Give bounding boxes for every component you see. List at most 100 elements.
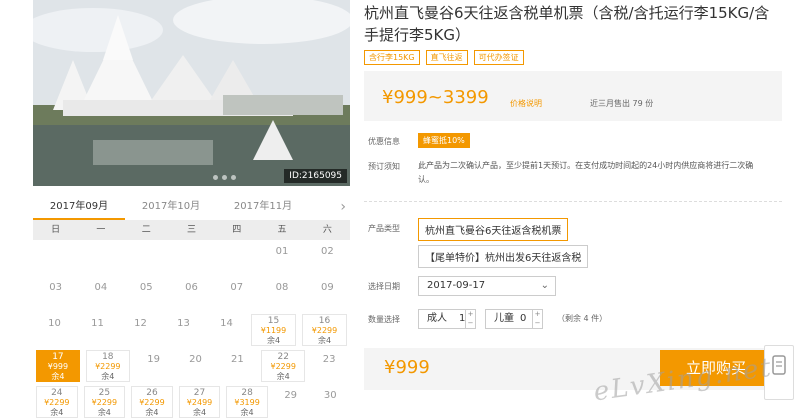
calendar-day: 20 bbox=[175, 348, 217, 384]
day-remaining: 余4 bbox=[101, 372, 115, 381]
date-label: 选择日期 bbox=[368, 282, 400, 291]
calendar-month-tabs: 2017年09月 2017年10月 2017年11月 › bbox=[33, 196, 350, 220]
calendar-day-available[interactable]: 22 ¥2299 余4 bbox=[261, 350, 306, 382]
weekday-label: 三 bbox=[186, 225, 196, 235]
calendar-day: 29 bbox=[271, 384, 311, 419]
type-label: 产品类型 bbox=[368, 224, 400, 233]
weekday-label: 六 bbox=[322, 225, 332, 235]
day-number: 09 bbox=[320, 282, 334, 293]
calendar-day: 09 bbox=[305, 276, 350, 312]
price-note-link[interactable]: 价格说明 bbox=[510, 98, 542, 109]
calendar-grid: 01 02 03 04 05 06 07 08 09 10 11 12 13 14 15 ¥1199 余4 16 ¥… bbox=[33, 240, 350, 419]
day-number: 18 bbox=[102, 352, 114, 362]
calendar-week-row: 24 ¥2299 余4 25 ¥2299 余4 26 ¥2299 余4 27 ¥2499 余4 28 ¥3… bbox=[33, 384, 350, 419]
calendar-day: 07 bbox=[214, 276, 259, 312]
notice-label: 预订须知 bbox=[368, 162, 400, 171]
calendar-day: 14 bbox=[205, 312, 248, 348]
day-remaining: 余4 bbox=[192, 408, 207, 417]
calendar-day: 21 bbox=[216, 348, 258, 384]
calendar-day: 13 bbox=[162, 312, 205, 348]
qty-label: 数量选择 bbox=[368, 315, 400, 324]
calendar-day-available[interactable]: 16 ¥2299 余4 bbox=[302, 314, 347, 346]
day-number: 26 bbox=[146, 388, 158, 398]
product-title: 杭州直飞曼谷6天往返含税单机票（含税/含托运行李15KG/含手提行李5KG） bbox=[364, 4, 770, 44]
type-option-1[interactable]: 杭州直飞曼谷6天往返含税机票 bbox=[418, 218, 569, 241]
calendar-day-available[interactable]: 26 ¥2299 余4 bbox=[131, 386, 173, 418]
date-select[interactable]: 2017-09-17 ⌄ bbox=[418, 276, 556, 296]
tab-month-2[interactable]: 2017年10月 bbox=[125, 196, 217, 220]
calendar-weekday-header: 日 一 二 三 四 五 六 bbox=[33, 220, 350, 240]
calendar-day: 11 bbox=[76, 312, 119, 348]
day-number: 22 bbox=[277, 352, 289, 362]
day-price: ¥2299 bbox=[91, 398, 118, 407]
photo-id-label: ID:2165095 bbox=[284, 169, 347, 183]
day-number: 28 bbox=[241, 388, 253, 398]
calendar-day-available[interactable]: 18 ¥2299 余4 bbox=[85, 350, 130, 382]
tag: 直飞往返 bbox=[425, 50, 468, 65]
calendar-day: 03 bbox=[33, 276, 78, 312]
calendar-day: 05 bbox=[124, 276, 169, 312]
day-price: ¥2299 bbox=[44, 398, 70, 407]
day-number: 25 bbox=[98, 388, 111, 398]
calendar-week-row: 10 11 12 13 14 15 ¥1199 余4 16 ¥2299 余4 bbox=[33, 312, 350, 348]
calendar-day bbox=[214, 240, 259, 276]
calendar-day-available[interactable]: 25 ¥2299 余4 bbox=[83, 386, 126, 418]
tab-month-3[interactable]: 2017年11月 bbox=[217, 196, 309, 220]
chevron-down-icon: ⌄ bbox=[540, 280, 549, 291]
day-price: ¥2499 bbox=[186, 398, 213, 407]
calendar-day: 04 bbox=[78, 276, 123, 312]
tab-month-1[interactable]: 2017年09月 bbox=[33, 196, 125, 220]
day-remaining: 余4 bbox=[51, 372, 65, 381]
day-number: 13 bbox=[177, 318, 190, 329]
calendar-day: 10 bbox=[33, 312, 76, 348]
day-price: ¥2299 bbox=[311, 326, 338, 335]
calendar-day bbox=[169, 240, 214, 276]
calendar-day: 12 bbox=[119, 312, 162, 348]
weekday-label: 五 bbox=[277, 225, 287, 235]
chevron-right-icon[interactable]: › bbox=[340, 199, 346, 215]
day-price: ¥3199 bbox=[234, 398, 260, 407]
stepper-arrows-icon[interactable]: + − bbox=[465, 310, 475, 328]
day-number: 12 bbox=[134, 318, 147, 329]
price-range: ¥999~3399 bbox=[382, 87, 489, 108]
product-tags: 含行李15KG 直飞往返 可代办签证 bbox=[364, 50, 524, 65]
day-number: 07 bbox=[230, 282, 244, 293]
day-price: ¥999 bbox=[47, 362, 69, 371]
type-option-2[interactable]: 【尾单特价】杭州出发6天往返含税 bbox=[418, 245, 589, 268]
total-price: ¥999 bbox=[384, 357, 430, 378]
calendar-week-row: 01 02 bbox=[33, 240, 350, 276]
day-number: 02 bbox=[320, 246, 334, 257]
calendar-week-row: 17 ¥999 余4 18 ¥2299 余4 19 20 21 22 ¥2299 余4 23 bbox=[33, 348, 350, 384]
day-number: 23 bbox=[322, 354, 336, 365]
price-box: ¥999~3399 价格说明 近三月售出 79 份 bbox=[364, 71, 782, 121]
day-remaining: 余4 bbox=[240, 408, 254, 417]
date-value: 2017-09-17 bbox=[427, 280, 486, 291]
sold-count: 近三月售出 79 份 bbox=[590, 99, 654, 108]
calendar-day-available[interactable]: 27 ¥2499 余4 bbox=[178, 386, 221, 418]
child-value: 0 bbox=[520, 313, 527, 324]
remaining-stock: （剩余 4 件） bbox=[557, 314, 608, 323]
carousel-dots bbox=[213, 175, 236, 180]
calendar-day: 08 bbox=[259, 276, 304, 312]
calendar-day-available[interactable]: 28 ¥3199 余4 bbox=[226, 386, 268, 418]
weekday-label: 一 bbox=[96, 225, 106, 235]
day-remaining: 余4 bbox=[145, 408, 159, 417]
calendar-day-available[interactable]: 24 ¥2299 余4 bbox=[36, 386, 78, 418]
calendar-day: 01 bbox=[259, 240, 304, 276]
day-number: 19 bbox=[147, 354, 161, 365]
day-number: 27 bbox=[193, 388, 206, 398]
weekday-label: 日 bbox=[51, 225, 61, 235]
calendar-day: 30 bbox=[310, 384, 350, 419]
child-stepper[interactable]: 儿童 0 + − bbox=[485, 309, 543, 329]
day-remaining: 余4 bbox=[266, 336, 281, 345]
day-number: 10 bbox=[48, 318, 61, 329]
calendar-day: 02 bbox=[305, 240, 350, 276]
calendar-day-available[interactable]: 17 ¥999 余4 bbox=[36, 350, 80, 382]
adult-stepper[interactable]: 成人 1 + − bbox=[418, 309, 476, 329]
day-number: 21 bbox=[231, 354, 244, 365]
calendar-day: 06 bbox=[169, 276, 214, 312]
product-photo[interactable]: ID:2165095 bbox=[33, 0, 350, 186]
day-remaining: 余4 bbox=[97, 408, 111, 417]
calendar-day-available[interactable]: 15 ¥1199 余4 bbox=[251, 314, 296, 346]
stepper-arrows-icon[interactable]: + − bbox=[532, 310, 542, 328]
